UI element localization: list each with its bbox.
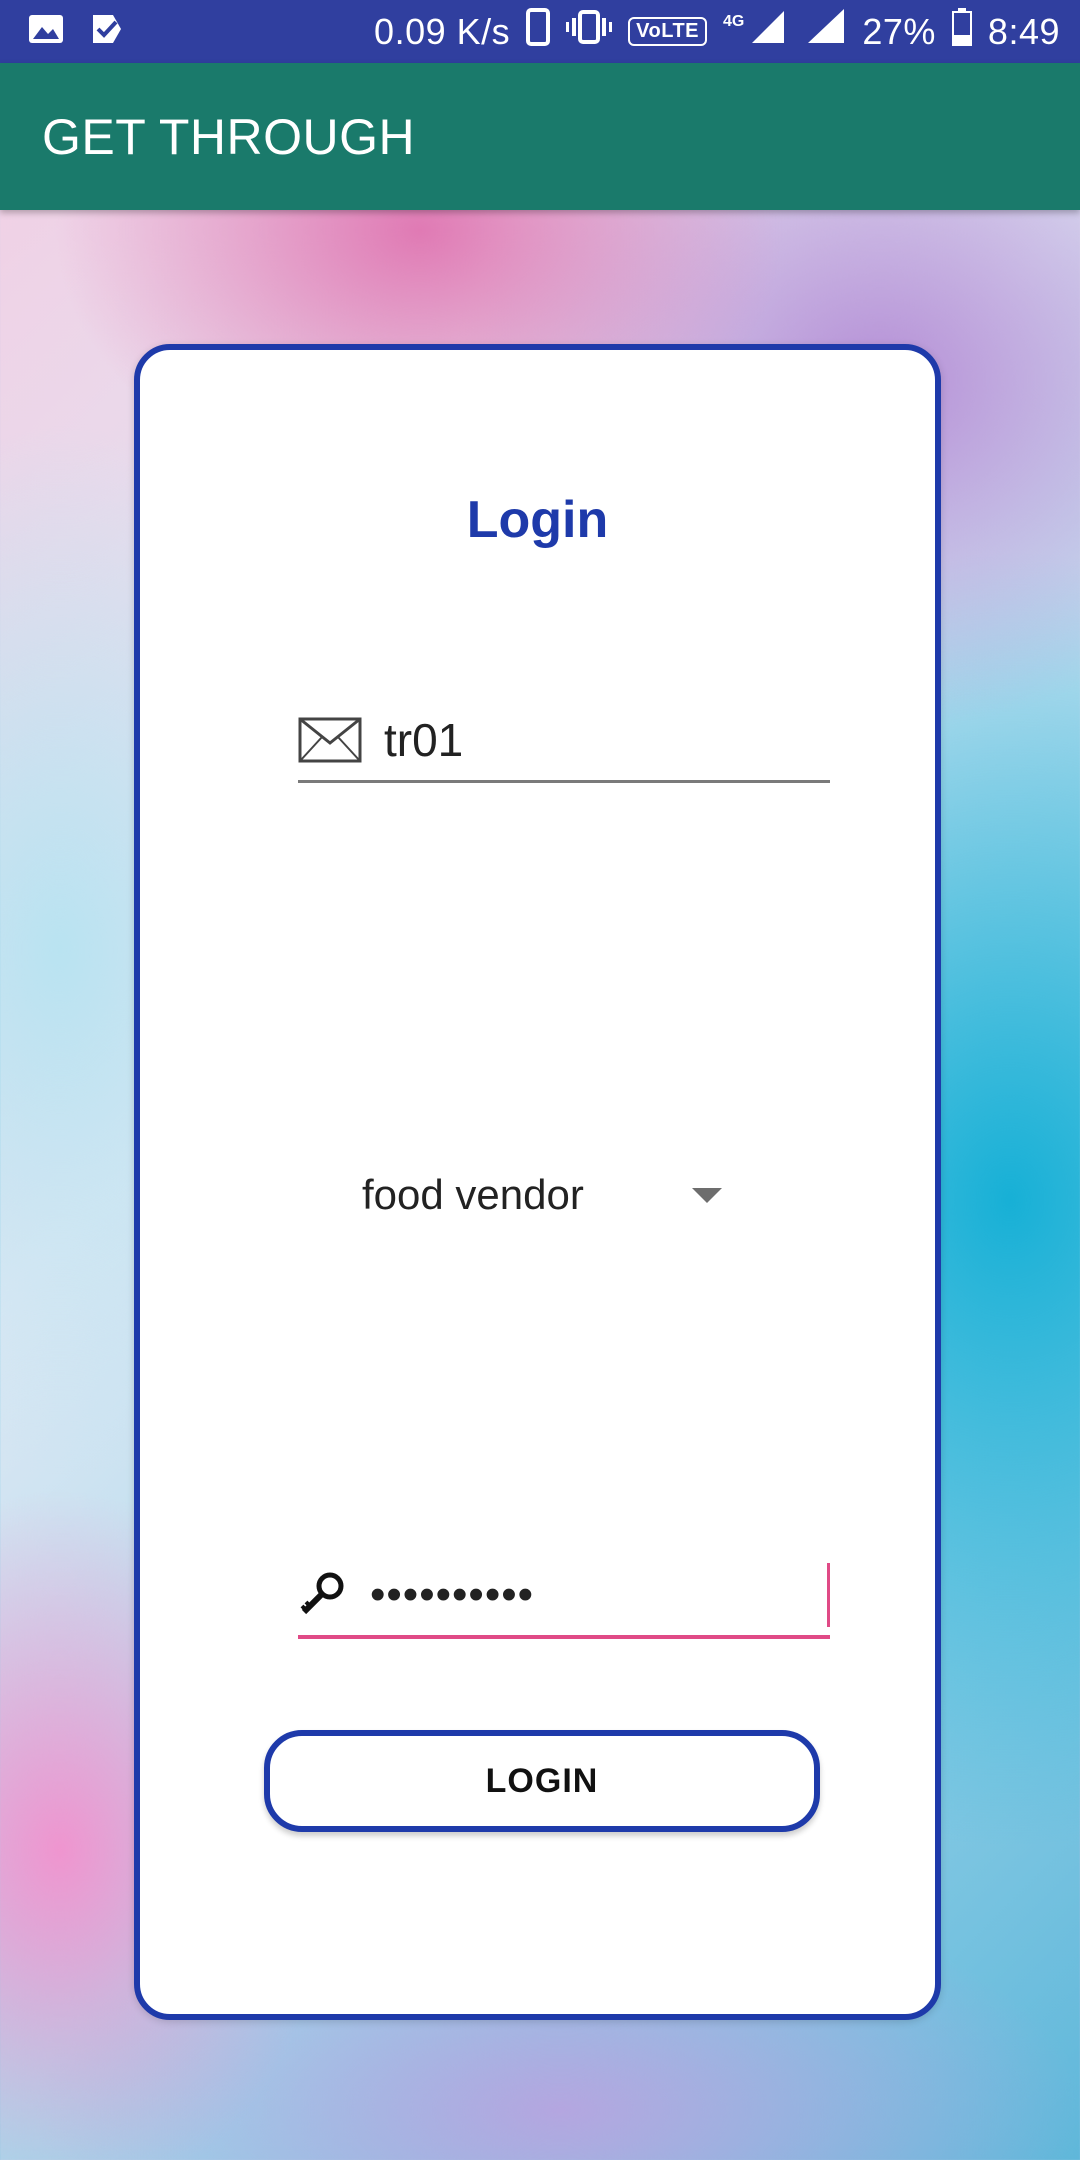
signal-icon [806,9,846,54]
user-type-value: food vendor [362,1171,584,1218]
dropdown-arrow-icon [692,1187,722,1203]
image-icon [28,13,64,50]
signal-icon [750,9,790,54]
user-type-spinner[interactable]: food vendor [362,1150,722,1240]
status-bar: 0.09 K/s VoLTE 4G 27% 8:49 [0,0,1080,63]
login-heading: Login [466,491,609,549]
task-check-icon [90,12,124,51]
app-bar: GET THROUGH [0,63,1080,210]
text-cursor [827,1563,830,1627]
battery-icon [951,8,972,55]
battery-percent: 27% [862,10,936,52]
password-field[interactable] [298,1555,1080,1639]
net-speed: 0.09 K/s [374,10,511,52]
clock: 8:49 [987,10,1060,52]
login-card: Login food vendor LOGIN [134,344,1080,2020]
app-title: GET THROUGH [42,108,416,165]
key-icon [298,1569,362,1621]
volte-badge: VoLTE [628,17,708,46]
password-input[interactable] [362,1570,1080,1620]
phone-icon [526,8,551,55]
username-input[interactable] [362,713,830,767]
login-button[interactable]: LOGIN [264,1730,820,1832]
network-type: 4G [723,12,745,30]
username-field[interactable] [298,700,830,783]
envelope-icon [298,714,362,766]
vibrate-icon [566,10,613,53]
